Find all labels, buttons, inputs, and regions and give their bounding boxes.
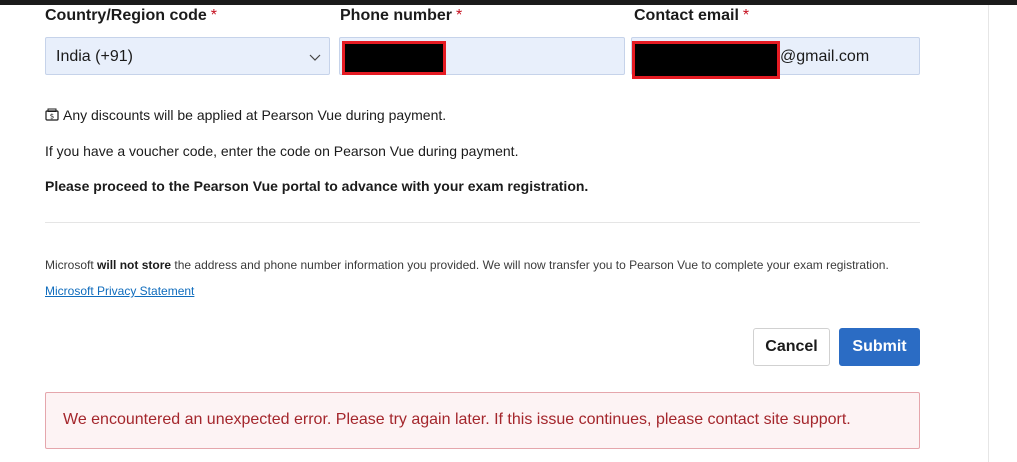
email-input[interactable]: @gmail.com [631,37,920,79]
section-divider [45,222,920,223]
discount-note-text: Any discounts will be applied at Pearson… [63,107,447,123]
required-mark: * [210,7,218,24]
proceed-note: Please proceed to the Pearson Vue portal… [45,178,589,194]
required-mark: * [456,7,463,24]
voucher-note: If you have a voucher code, enter the co… [45,143,519,159]
error-message: We encountered an unexpected error. Plea… [63,411,851,428]
cancel-button[interactable]: Cancel [753,328,830,366]
required-mark: * [742,7,750,24]
country-label: Country/Region code * [45,7,217,25]
top-bar [0,0,1017,5]
svg-text:$: $ [50,113,54,121]
privacy-text: the address and phone number information… [174,258,889,272]
phone-label-text: Phone number [340,7,453,24]
chevron-down-icon [309,54,321,61]
country-select-value: India (+91) [56,48,133,65]
phone-label: Phone number * [340,7,462,25]
error-banner: We encountered an unexpected error. Plea… [45,392,920,449]
phone-input[interactable] [339,37,625,75]
email-domain-text: @gmail.com [780,48,870,65]
privacy-emphasis: will not store [97,258,172,272]
page-right-border [988,5,989,462]
redacted-phone [342,41,446,75]
privacy-statement-link[interactable]: Microsoft Privacy Statement [45,284,194,298]
email-label: Contact email * [634,7,749,25]
submit-button[interactable]: Submit [839,328,920,366]
privacy-notice: Microsoft will not store the address and… [45,252,905,304]
country-label-text: Country/Region code [45,7,207,24]
privacy-prefix: Microsoft [45,258,94,272]
email-label-text: Contact email [634,7,739,24]
country-select[interactable]: India (+91) [45,37,330,75]
redacted-email [632,41,780,79]
discount-icon: $ [45,108,59,121]
discount-note: $ Any discounts will be applied at Pears… [45,107,446,123]
